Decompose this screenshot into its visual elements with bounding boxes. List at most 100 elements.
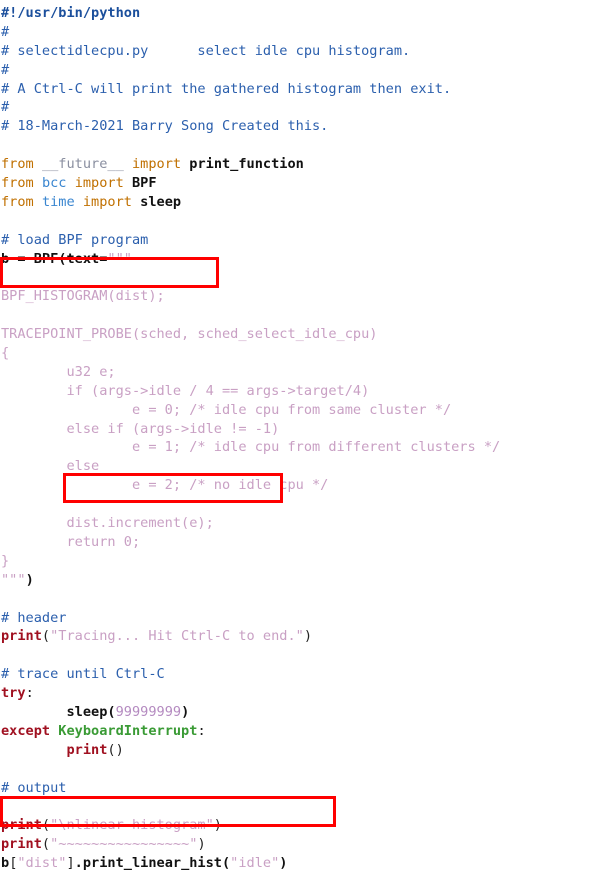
- paren-open-4: (: [41, 836, 51, 853]
- comment-trace-until: # trace until Ctrl-C: [1, 666, 165, 683]
- code-line-12-blank: [1, 212, 599, 231]
- comment-output: # output: [1, 779, 67, 796]
- method-print-linear-hist: .print_linear_hist(: [74, 855, 231, 872]
- code-line-41-blank: [1, 760, 599, 779]
- code-line-28: dist.increment(e);: [1, 514, 599, 533]
- code-line-13: # load BPF program: [1, 231, 599, 250]
- comment-file-description: # selectidlecpu.py select idle cpu histo…: [1, 42, 411, 59]
- string-dist-key: "dist": [17, 855, 67, 872]
- code-line-17-blank: [1, 306, 599, 325]
- code-line-1: #!/usr/bin/python: [1, 4, 599, 23]
- comment-author: # 18-March-2021 Barry Song Created this.: [1, 118, 329, 135]
- call-sleep: sleep(: [66, 703, 116, 720]
- code-line-31: """): [1, 571, 599, 590]
- c-open-brace: {: [1, 345, 10, 362]
- code-line-45: print("~~~~~~~~~~~~~~~~"): [1, 835, 599, 854]
- code-line-9: from __future__ import print_function: [1, 155, 599, 174]
- comment-ctrlc-note: # A Ctrl-C will print the gathered histo…: [1, 80, 452, 97]
- source-code-block[interactable]: #!/usr/bin/python # # selectidlecpu.py sel…: [0, 0, 599, 873]
- keyword-import-2: import: [74, 175, 124, 192]
- code-line-6: #: [1, 98, 599, 117]
- c-assign-e2: e = 2; /* no idle cpu */: [1, 477, 329, 494]
- c-dist-increment: dist.increment(e);: [1, 515, 214, 532]
- number-sleep-seconds: 99999999: [115, 703, 182, 720]
- code-line-26: e = 2; /* no idle cpu */: [1, 476, 599, 495]
- code-line-33: # header: [1, 609, 599, 628]
- module-bcc: bcc: [41, 175, 67, 192]
- code-line-24: e = 1; /* idle cpu from different cluste…: [1, 438, 599, 457]
- triple-quote-close: """: [1, 571, 26, 588]
- paren-close-1: ): [303, 628, 313, 645]
- keyword-from-1: from: [1, 156, 34, 173]
- code-line-14: b = BPF(text=""": [1, 250, 599, 269]
- code-line-3: # selectidlecpu.py select idle cpu histo…: [1, 42, 599, 61]
- keyword-print-3: print: [1, 817, 42, 834]
- code-line-39: except KeyboardInterrupt:: [1, 722, 599, 741]
- c-else-if-statement: else if (args->idle != -1): [1, 420, 280, 437]
- code-line-35-blank: [1, 646, 599, 665]
- code-line-37: try:: [1, 684, 599, 703]
- code-line-42: # output: [1, 779, 599, 798]
- code-line-29: return 0;: [1, 533, 599, 552]
- code-line-36: # trace until Ctrl-C: [1, 665, 599, 684]
- code-line-21: if (args->idle / 4 == args->target/4): [1, 382, 599, 401]
- bracket-close: ]: [66, 855, 75, 872]
- code-line-40: print(): [1, 741, 599, 760]
- c-u32-decl: u32 e;: [1, 363, 116, 380]
- string-linear-histogram: "\nlinear histogram": [50, 817, 214, 834]
- identifier-print-function: print_function: [189, 156, 304, 173]
- keyword-print-2: print: [66, 741, 108, 758]
- string-tilde-separator: "~~~~~~~~~~~~~~~~": [50, 836, 198, 853]
- code-line-20: u32 e;: [1, 363, 599, 382]
- keyword-from-2: from: [1, 175, 34, 192]
- module-future: __future__: [41, 156, 124, 173]
- bpf-call-close-paren: ): [25, 571, 34, 588]
- code-line-10: from bcc import BPF: [1, 174, 599, 193]
- c-bpf-histogram-decl: BPF_HISTOGRAM(dist);: [1, 288, 165, 305]
- paren-open-1: (: [41, 628, 51, 645]
- comment-load-bpf: # load BPF program: [1, 231, 149, 248]
- c-assign-e0: e = 0; /* idle cpu from same cluster */: [1, 401, 452, 418]
- code-line-7: # 18-March-2021 Barry Song Created this.: [1, 117, 599, 136]
- comment-blank-2: #: [1, 61, 10, 78]
- code-line-34: print("Tracing... Hit Ctrl-C to end."): [1, 627, 599, 646]
- assignment-b-bpf: b = BPF(text=: [1, 250, 108, 267]
- paren-close-4: ): [197, 836, 206, 853]
- identifier-b-map: b: [1, 855, 10, 872]
- code-line-11: from time import sleep: [1, 193, 599, 212]
- colon-try: :: [25, 685, 34, 702]
- code-line-18: TRACEPOINT_PROBE(sched, sched_select_idl…: [1, 325, 599, 344]
- paren-open-3: (: [41, 817, 51, 834]
- c-assign-e1: e = 1; /* idle cpu from different cluste…: [1, 439, 501, 456]
- comment-blank-3: #: [1, 99, 10, 116]
- c-else-statement: else: [1, 458, 100, 475]
- keyword-from-3: from: [1, 193, 34, 210]
- shebang-comment: #!/usr/bin/python: [1, 5, 141, 21]
- identifier-bpf: BPF: [131, 175, 157, 192]
- code-line-27-blank: [1, 495, 599, 514]
- code-line-8-blank: [1, 136, 599, 155]
- keyword-print-1: print: [1, 628, 42, 645]
- string-tracing-message: "Tracing... Hit Ctrl-C to end.": [50, 628, 304, 645]
- code-line-2: #: [1, 23, 599, 42]
- exception-keyboardinterrupt: KeyboardInterrupt: [58, 722, 198, 739]
- triple-quote-open: """: [107, 250, 132, 267]
- code-line-23: else if (args->idle != -1): [1, 420, 599, 439]
- code-viewer[interactable]: #!/usr/bin/python # # selectidlecpu.py sel…: [0, 0, 599, 871]
- identifier-sleep-import: sleep: [140, 193, 182, 210]
- bracket-open: [: [9, 855, 18, 872]
- code-line-32-blank: [1, 590, 599, 609]
- module-time: time: [41, 193, 75, 210]
- keyword-except: except: [1, 722, 51, 739]
- code-line-22: e = 0; /* idle cpu from same cluster */: [1, 401, 599, 420]
- comment-blank-1: #: [1, 23, 10, 40]
- keyword-import-3: import: [82, 193, 132, 210]
- code-line-25: else: [1, 457, 599, 476]
- code-line-16: BPF_HISTOGRAM(dist);: [1, 287, 599, 306]
- comment-header: # header: [1, 609, 67, 626]
- colon-except: :: [197, 722, 206, 739]
- keyword-try: try: [1, 685, 26, 702]
- paren-close-last: ): [279, 855, 288, 872]
- code-line-5: # A Ctrl-C will print the gathered histo…: [1, 80, 599, 99]
- c-close-brace: }: [1, 552, 10, 569]
